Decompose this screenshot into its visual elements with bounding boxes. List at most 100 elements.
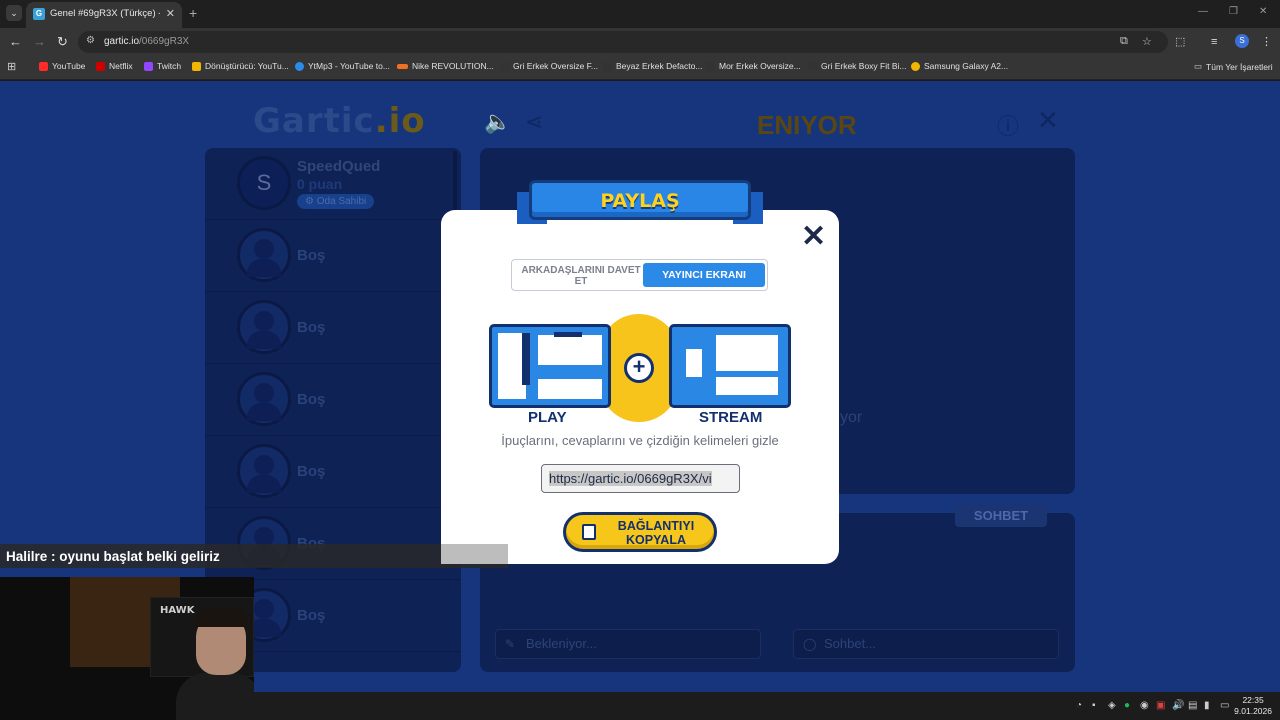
profile-avatar[interactable]: S xyxy=(1235,34,1249,48)
bookmark-label: Dönüştürücü: YouTu... xyxy=(205,61,289,71)
tab-invite-friends[interactable]: ARKADAŞLARINI DAVET ET xyxy=(520,265,642,287)
empty-slot-label: Boş xyxy=(297,319,326,336)
player-slot-empty: Boş xyxy=(205,220,461,292)
network-icon[interactable]: ▭ xyxy=(1220,700,1229,711)
address-bar[interactable]: ⚙ gartic.io/0669gR3X ⧉ ☆ xyxy=(78,31,1168,53)
copy-link-button[interactable]: BAĞLANTIYI KOPYALA xyxy=(563,512,717,552)
youtube-icon xyxy=(39,61,48,71)
hide-hint-text: İpuçlarını, cevaplarını ve çizdiğin keli… xyxy=(501,433,779,448)
sound-icon[interactable]: 🔈 xyxy=(484,109,511,135)
folder-icon: ▭ xyxy=(1194,61,1203,71)
flo-icon xyxy=(397,63,408,69)
bookmark-label: Nike REVOLUTION... xyxy=(412,61,494,71)
empty-slot-label: Boş xyxy=(297,247,326,264)
bookmark-youtube[interactable]: YouTube xyxy=(39,61,85,71)
answer-placeholder: Bekleniyor... xyxy=(526,636,597,651)
bookmark-ytmp3[interactable]: YtMp3 - YouTube to... xyxy=(295,61,390,71)
empty-slot-label: Boş xyxy=(297,463,326,480)
gartic-favicon-icon: G xyxy=(33,8,45,20)
bookmark-netflix[interactable]: Netflix xyxy=(96,61,133,71)
bookmark-label: Twitch xyxy=(157,61,182,71)
bookmark-twitch[interactable]: Twitch xyxy=(144,61,181,71)
tray-app-icon[interactable]: ◔ xyxy=(1076,700,1082,711)
play-chat xyxy=(538,379,602,399)
site-info-icon[interactable]: ⚙ xyxy=(86,35,95,46)
chat-input[interactable]: ◯ Sohbet... xyxy=(793,629,1059,659)
samsung-icon xyxy=(911,61,920,71)
tab-strip: ⌄ G Genel #69gR3X (Türkçe) - Gartic.io ✕… xyxy=(0,0,1280,28)
webcam-person-body xyxy=(176,673,254,720)
restore-icon[interactable]: ❐ xyxy=(1229,6,1238,17)
tray-app-icon[interactable]: ▪ xyxy=(1092,700,1096,711)
chat-tab[interactable]: SOHBET xyxy=(955,505,1047,527)
bookmark-beyaz[interactable]: Beyaz Erkek Defacto... xyxy=(603,61,702,71)
copy-icon xyxy=(582,524,596,540)
tab-gartic[interactable]: G Genel #69gR3X (Türkçe) - Gartic.io ✕ xyxy=(26,2,182,28)
host-badge: ⚙ Oda Sahibi xyxy=(297,194,375,209)
forward-icon[interactable]: → xyxy=(33,34,46,50)
player-slot-empty: Boş xyxy=(205,364,461,436)
waiting-title: ENIYOR xyxy=(757,110,857,140)
exit-icon[interactable]: ✕ xyxy=(1037,105,1059,136)
bookmark-samsung[interactable]: Samsung Galaxy A2... xyxy=(911,61,1008,71)
tab-close-icon[interactable]: ✕ xyxy=(166,7,175,20)
share-icon[interactable]: ⋖ xyxy=(525,109,543,135)
tray-app-icon[interactable]: ▣ xyxy=(1156,700,1165,711)
bookmark-label: Netflix xyxy=(109,61,133,71)
tray-app-icon[interactable]: ◈ xyxy=(1108,700,1116,711)
url-path: /0669gR3X xyxy=(139,36,190,47)
menu-kebab-icon[interactable]: ⋮ xyxy=(1261,34,1272,50)
chat-bubble-icon: ◯ xyxy=(803,637,817,651)
tab-streamer-screen[interactable]: YAYINCI EKRANI xyxy=(643,263,765,287)
stream-chat-overlay: Halilre : oyunu başlat belki geliriz xyxy=(0,544,508,568)
tab-search-button[interactable]: ⌄ xyxy=(6,5,22,21)
bookmarks-bar: ⊞ YouTube Netflix Twitch Dönüştürücü: Yo… xyxy=(0,56,1280,80)
avatar: S xyxy=(237,156,291,210)
bookmark-gri-oversize[interactable]: Gri Erkek Oversize F... xyxy=(500,61,598,71)
volume-icon[interactable]: 🔊 xyxy=(1172,700,1184,711)
player-score: 0 puan xyxy=(297,176,343,192)
spotify-icon[interactable]: ● xyxy=(1124,700,1130,711)
bookmark-mor[interactable]: Mor Erkek Oversize... xyxy=(706,61,801,71)
player-slot-host[interactable]: S SpeedQued 0 puan ⚙ Oda Sahibi xyxy=(205,148,461,220)
bookmark-boxy[interactable]: Gri Erkek Boxy Fit Bi... xyxy=(808,61,907,71)
bookmark-nike[interactable]: Nike REVOLUTION... xyxy=(397,61,494,71)
stream-chat-message: Halilre : oyunu başlat belki geliriz xyxy=(6,549,220,564)
all-bookmarks[interactable]: ▭ Tüm Yer İşaretleri xyxy=(1194,61,1273,72)
play-label: PLAY xyxy=(528,409,567,426)
share-link-text[interactable]: https://gartic.io/0669gR3X/vi xyxy=(549,471,712,486)
extensions-icon[interactable]: ⬚ xyxy=(1175,34,1185,50)
window-close-icon[interactable]: ✕ xyxy=(1259,6,1267,17)
info-icon[interactable]: ⓘ xyxy=(997,109,1019,141)
bookmark-label: Samsung Galaxy A2... xyxy=(924,61,1009,71)
stream-screen-icon xyxy=(669,324,791,408)
play-board xyxy=(538,335,602,365)
modal-close-icon[interactable]: ✕ xyxy=(801,222,826,252)
system-clock[interactable]: 22:35 9.01.2026 xyxy=(1234,695,1272,717)
webcam-person-hair xyxy=(194,607,248,627)
twitch-icon xyxy=(144,61,153,71)
player-slot-empty: Boş xyxy=(205,292,461,364)
media-control-icon[interactable]: ≡ xyxy=(1211,34,1217,50)
answer-input[interactable]: ✎ Bekleniyor... xyxy=(495,629,761,659)
steam-icon[interactable]: ◉ xyxy=(1140,700,1149,711)
tray-app-icon[interactable]: ▤ xyxy=(1188,700,1197,711)
share-link-field[interactable]: https://gartic.io/0669gR3X/vi xyxy=(541,464,740,493)
gartic-logo: Gartic.io xyxy=(253,101,426,141)
stream-label: STREAM xyxy=(699,409,763,426)
back-icon[interactable]: ← xyxy=(9,34,22,50)
shop-icon xyxy=(808,61,817,71)
empty-slot-label: Boş xyxy=(297,607,326,624)
minimize-icon[interactable]: — xyxy=(1198,6,1208,17)
bookmark-label: Mor Erkek Oversize... xyxy=(719,61,801,71)
bookmark-star-icon[interactable]: ☆ xyxy=(1142,35,1152,48)
microphone-icon[interactable]: ▮ xyxy=(1204,700,1210,711)
bookmark-converter[interactable]: Dönüştürücü: YouTu... xyxy=(192,61,289,71)
install-app-icon[interactable]: ⧉ xyxy=(1120,35,1128,48)
apps-grid-icon[interactable]: ⊞ xyxy=(7,60,16,73)
play-screen-icon xyxy=(489,324,611,408)
all-bookmarks-label: Tüm Yer İşaretleri xyxy=(1206,61,1273,72)
host-badge-label: Oda Sahibi xyxy=(316,196,367,207)
new-tab-icon[interactable]: + xyxy=(189,5,197,21)
reload-icon[interactable]: ↻ xyxy=(57,34,68,50)
